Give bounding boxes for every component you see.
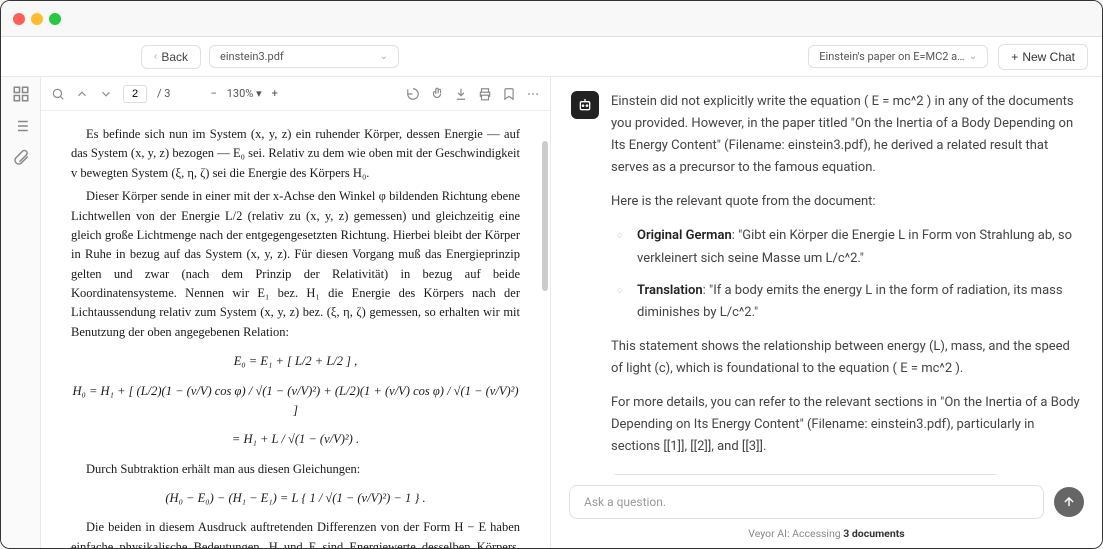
robot-icon [577,97,593,113]
close-window-button[interactable] [13,13,25,25]
pdf-equation: E₀ = E₁ + [ L/2 + L/2 ] , [71,352,520,371]
scrollbar-thumb[interactable] [542,141,548,291]
pdf-toolbar: / 3 − 130% ▾ + [41,77,550,111]
message-text: Here is the relevant quote from the docu… [611,191,1082,213]
content: / 3 − 130% ▾ + Es befinde sich nun im Sy… [1,77,1102,548]
assistant-avatar [571,91,599,119]
left-sidebar [1,77,41,548]
send-button[interactable] [1054,487,1084,517]
titlebar [1,1,1102,37]
search-icon[interactable] [51,87,65,101]
message-text: This statement shows the relationship be… [611,336,1082,380]
list-item: Translation: "If a body emits the energy… [625,280,1082,324]
message-text: Einstein did not explicitly write the eq… [611,91,1082,179]
new-chat-button[interactable]: + New Chat [998,44,1088,70]
assistant-message: Einstein did not explicitly write the eq… [571,91,1082,475]
chat-select[interactable]: Einstein's paper on E=MC2 and relevant q… [808,45,988,68]
page-input[interactable] [123,85,147,103]
pdf-equation: (H₀ − E₀) − (H₁ − E₁) = L { 1 / √(1 − (v… [71,489,520,508]
quote-label: Translation [637,283,703,298]
bookmark-icon[interactable] [502,87,516,101]
pdf-paragraph: Die beiden in diesem Ausdruck auftretend… [71,518,520,548]
chat-pane: Einstein did not explicitly write the eq… [551,77,1102,548]
attachment-icon[interactable] [12,149,30,167]
message-text: For more details, you can refer to the r… [611,392,1082,458]
download-icon[interactable] [454,87,468,101]
topbar: ‹ Back einstein3.pdf ⌄ Einstein's paper … [1,37,1102,77]
topbar-left: ‹ Back einstein3.pdf ⌄ [1,37,551,76]
thumbnails-icon[interactable] [12,85,30,103]
chevron-down-icon: ⌄ [380,51,388,62]
more-icon[interactable] [526,87,540,101]
page-total: / 3 [157,87,170,100]
zoom-level[interactable]: 130% ▾ [227,87,262,100]
pdf-equation: H₀ = H₁ + [ (L/2)(1 − (v/V) cos φ) / √(1… [71,382,520,421]
chat-input[interactable]: Ask a question. [569,485,1044,519]
quote-label: Original German [637,228,732,243]
message-content: Einstein did not explicitly write the eq… [611,91,1082,475]
page-down-icon[interactable] [99,87,113,101]
status-count: 3 documents [843,527,904,540]
pdf-equation: = H₁ + L / √(1 − (v/V)²) . [71,430,520,449]
rotate-icon[interactable] [406,87,420,101]
outline-icon[interactable] [12,117,30,135]
app-window: ‹ Back einstein3.pdf ⌄ Einstein's paper … [0,0,1103,549]
pdf-pane: / 3 − 130% ▾ + Es befinde sich nun im Sy… [41,77,551,548]
plus-icon: + [1011,50,1018,64]
print-icon[interactable] [478,87,492,101]
new-chat-label: New Chat [1022,50,1075,64]
back-label: Back [161,50,188,64]
minimize-window-button[interactable] [31,13,43,25]
pdf-content[interactable]: Es befinde sich nun im System (x, y, z) … [41,111,550,548]
chat-input-row: Ask a question. [551,475,1102,523]
pdf-paragraph: Es befinde sich nun im System (x, y, z) … [71,125,520,183]
chat-title: Einstein's paper on E=MC2 and relevant q… [819,50,969,63]
status-prefix: Veyor AI: Accessing [748,527,843,540]
file-select[interactable]: einstein3.pdf ⌄ [209,45,399,68]
back-button[interactable]: ‹ Back [141,45,201,69]
topbar-right: Einstein's paper on E=MC2 and relevant q… [551,37,1102,76]
list-item: Original German: "Gibt ein Körper die En… [625,225,1082,269]
chevron-left-icon: ‹ [154,51,157,62]
pdf-paragraph: Dieser Körper sende in einer mit der x-A… [71,187,520,342]
chat-body: Einstein did not explicitly write the eq… [551,77,1102,475]
file-name: einstein3.pdf [220,50,284,63]
pdf-paragraph: Durch Subtraktion erhält man aus diesen … [71,460,520,479]
chevron-down-icon: ⌄ [969,51,977,62]
status-row: Veyor AI: Accessing 3 documents [551,523,1102,548]
hand-icon[interactable] [430,87,444,101]
page-up-icon[interactable] [75,87,89,101]
arrow-up-icon [1062,495,1076,509]
maximize-window-button[interactable] [49,13,61,25]
